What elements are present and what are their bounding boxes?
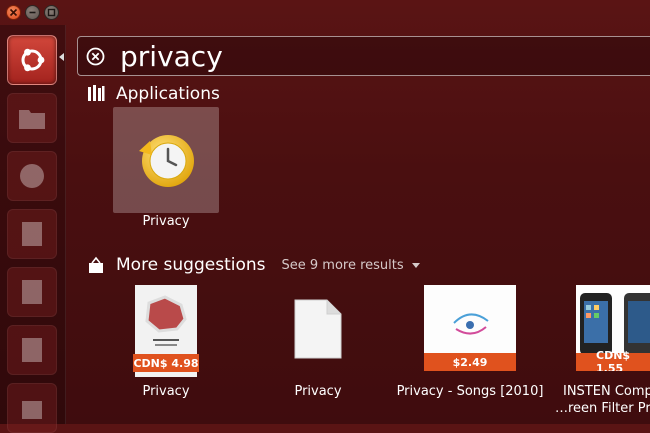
- clear-search-icon[interactable]: [86, 47, 105, 66]
- search-input[interactable]: [120, 40, 620, 73]
- applications-header-title: Applications: [116, 84, 220, 104]
- suggestion-label: Privacy - Songs [2010]: [396, 384, 544, 399]
- firefox-icon: [20, 164, 44, 188]
- launcher-firefox[interactable]: [7, 151, 57, 201]
- suggestion-item[interactable]: $2.49: [424, 285, 516, 371]
- window-controls: [6, 5, 59, 20]
- minimize-icon: [29, 11, 36, 14]
- suggestion-item[interactable]: [293, 298, 343, 360]
- see-more-results-link[interactable]: See 9 more results: [282, 258, 420, 273]
- suggestion-label-second-line: …reen Filter Pro: [555, 401, 650, 416]
- suggestion-item[interactable]: CDN$ 1.55: [576, 285, 650, 371]
- maximize-icon: [47, 8, 56, 17]
- applications-header: Applications: [86, 84, 220, 104]
- ubuntu-logo-icon: [21, 48, 45, 72]
- suggestion-item[interactable]: CDN$ 4.98: [133, 285, 199, 377]
- maximize-window-button[interactable]: [44, 5, 59, 20]
- launcher-calc[interactable]: [7, 267, 57, 317]
- album-art-icon: [453, 313, 489, 335]
- suggestion-label: Privacy: [142, 384, 190, 399]
- torn-paper-cover-icon: [145, 295, 187, 346]
- see-more-results-text: See 9 more results: [281, 257, 404, 273]
- spreadsheet-icon: [22, 280, 42, 304]
- suggestion-label: INSTEN Comp: [563, 384, 650, 399]
- launcher: [0, 25, 66, 433]
- suggestions-header-title: More suggestions: [116, 255, 266, 275]
- shopping-bag-icon: [22, 401, 42, 419]
- close-icon: [9, 8, 18, 17]
- blank-file-icon: [294, 299, 342, 359]
- expand-arrow-icon: [411, 262, 420, 268]
- close-window-button[interactable]: [6, 5, 21, 20]
- launcher-files[interactable]: [7, 93, 57, 143]
- search-box[interactable]: [77, 36, 650, 76]
- price-tag: CDN$ 1.55: [576, 349, 650, 371]
- price-tag: CDN$ 4.98: [133, 354, 199, 372]
- active-indicator-arrow: [59, 53, 64, 61]
- applications-category-icon: [88, 85, 105, 101]
- suggestions-header: More suggestions See 9 more results: [86, 255, 420, 275]
- minimize-window-button[interactable]: [25, 5, 40, 20]
- shopping-bag-icon: [89, 256, 103, 273]
- suggestion-label: Privacy: [294, 384, 342, 399]
- launcher-writer[interactable]: [7, 209, 57, 259]
- app-result-privacy[interactable]: [113, 107, 219, 213]
- launcher-software-center[interactable]: [7, 383, 57, 433]
- dash-home-button[interactable]: [7, 35, 57, 85]
- price-tag: $2.49: [424, 353, 516, 371]
- privacy-clock-icon: [139, 135, 194, 187]
- document-icon: [22, 222, 42, 246]
- app-result-label: Privacy: [142, 214, 190, 229]
- folder-icon: [19, 110, 45, 129]
- presentation-icon: [22, 338, 42, 362]
- launcher-impress[interactable]: [7, 325, 57, 375]
